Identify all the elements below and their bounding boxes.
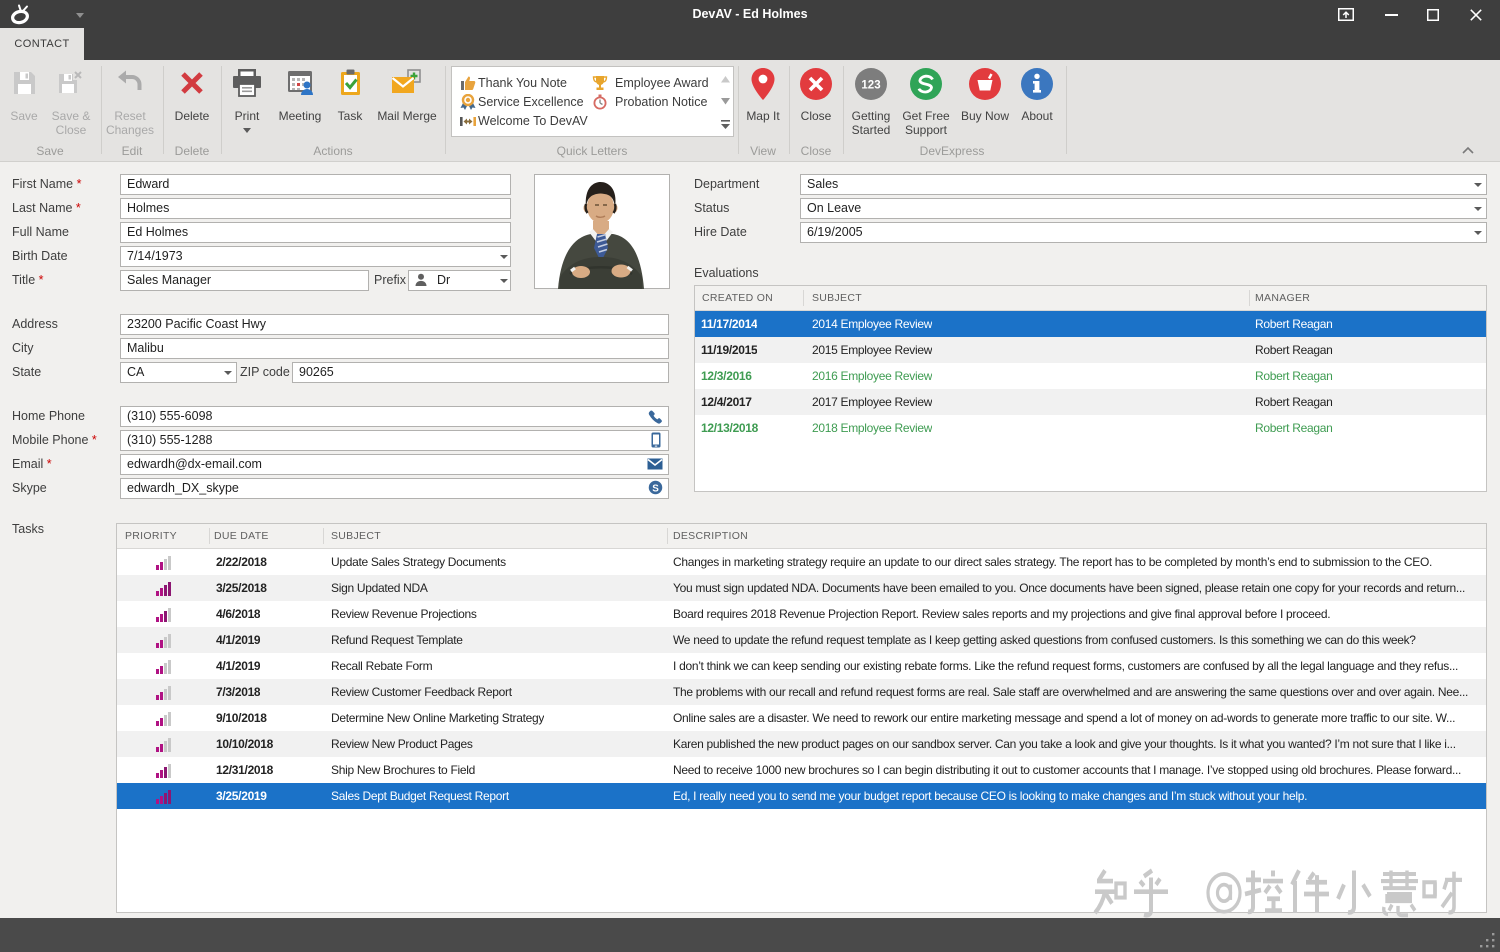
svg-text:S: S [652, 483, 659, 494]
